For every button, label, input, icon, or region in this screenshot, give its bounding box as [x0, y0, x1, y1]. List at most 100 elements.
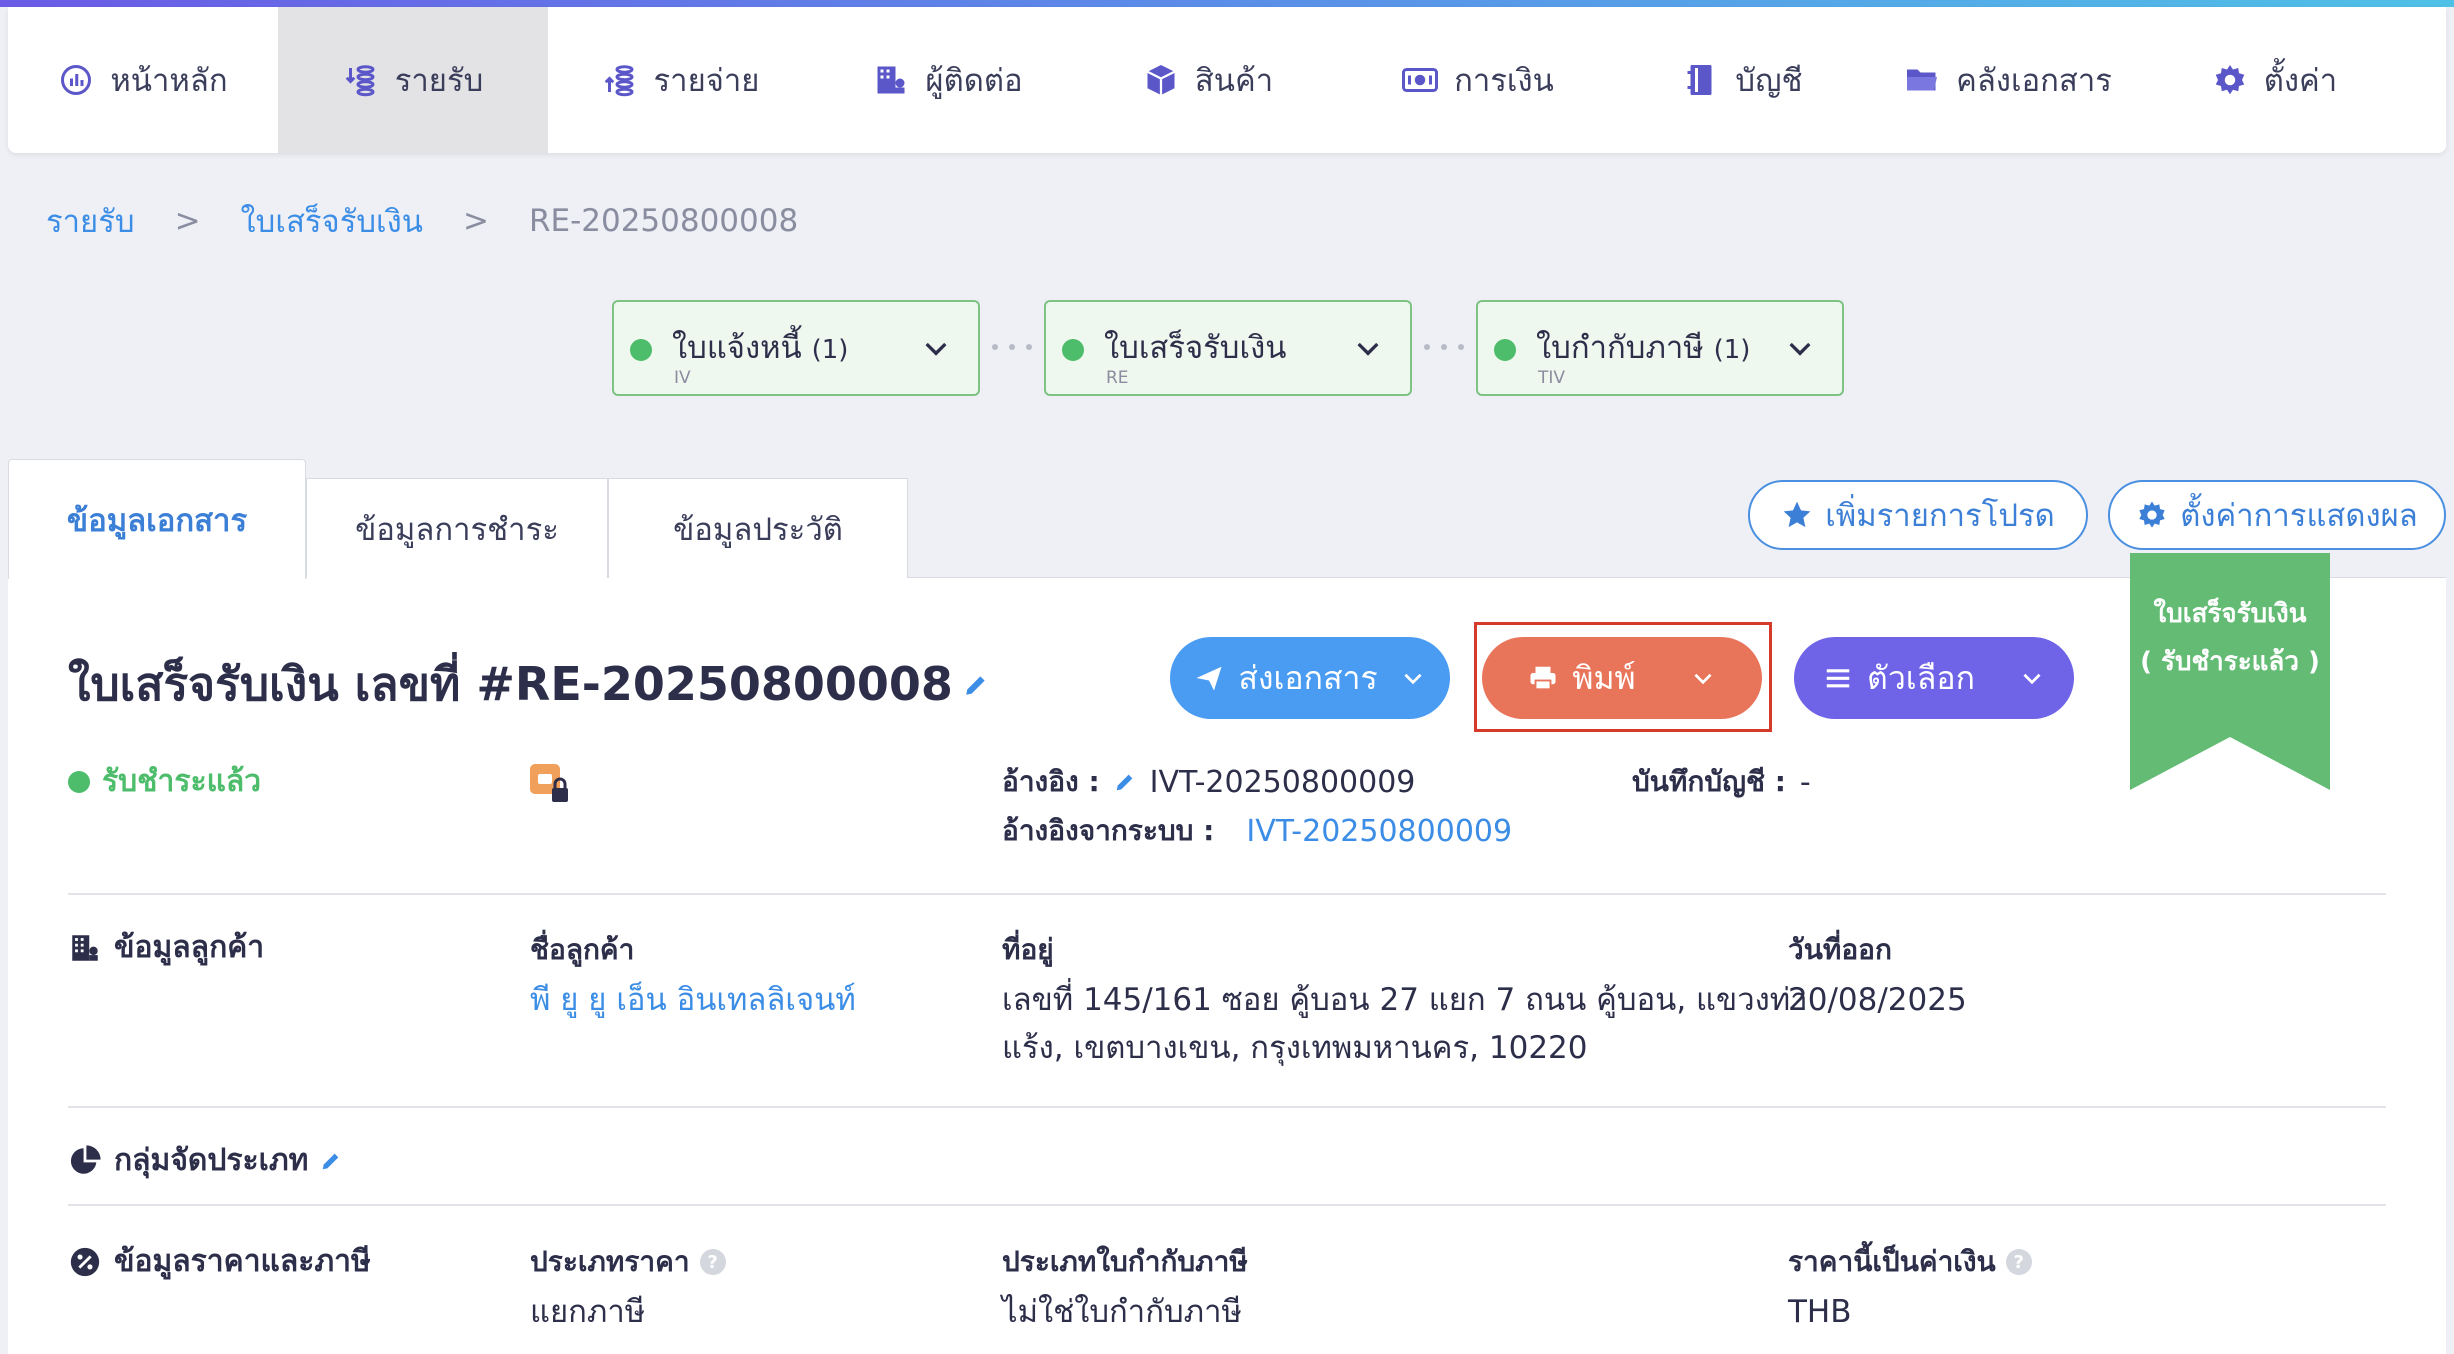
breadcrumb-separator: >	[174, 203, 201, 239]
gear-icon	[2215, 65, 2245, 95]
edit-pencil-icon[interactable]	[963, 672, 989, 698]
tab-history-info[interactable]: ข้อมูลประวัติ	[608, 478, 908, 578]
customer-section-title: ข้อมูลลูกค้า	[68, 924, 264, 971]
book-icon	[1687, 65, 1712, 95]
divider	[68, 1106, 2386, 1108]
issue-date-label: วันที่ออก	[1788, 933, 1892, 966]
folder-icon	[1907, 69, 1938, 91]
help-icon[interactable]: ?	[699, 1249, 726, 1275]
system-reference-label: อ้างอิงจากระบบ :	[1002, 814, 1215, 847]
journal-value: -	[1799, 764, 1811, 800]
nav-item-finance[interactable]: การเงิน	[1333, 7, 1623, 153]
tax-invoice-type-label: ประเภทใบกำกับภาษี	[1002, 1245, 1248, 1278]
options-label: ตัวเลือก	[1867, 658, 1975, 697]
workflow-invoice[interactable]: ใบแจ้งหนี้ (1) IV	[612, 300, 980, 396]
divider	[68, 1204, 2386, 1206]
breadcrumb-income[interactable]: รายรับ	[46, 196, 135, 246]
add-favorite-label: เพิ่มรายการโปรด	[1825, 498, 2055, 534]
box-icon	[1146, 65, 1175, 95]
nav-label-expense: รายจ่าย	[653, 63, 760, 99]
building-icon	[72, 934, 98, 961]
page-title: ใบเสร็จรับเงิน เลขที่ #RE-20250800008	[68, 648, 989, 721]
display-settings-button[interactable]: ตั้งค่าการแสดงผล	[2108, 480, 2446, 550]
customer-name-link[interactable]: พี ยู ยู เอ็น อินเทลลิเจนท์	[530, 976, 856, 1024]
address-label: ที่อยู่	[1002, 933, 1054, 966]
nav-label-finance: การเงิน	[1454, 63, 1554, 99]
send-icon	[1196, 666, 1222, 691]
workflow-connector	[992, 340, 1032, 354]
nav-label-income: รายรับ	[394, 63, 484, 99]
breadcrumb-separator: >	[462, 203, 489, 239]
pie-chart-icon	[70, 1144, 101, 1174]
nav-item-contacts[interactable]: ผู้ติดต่อ	[813, 7, 1083, 153]
nav-item-documents[interactable]: คลังเอกสาร	[1863, 7, 2153, 153]
reference-row: อ้างอิง : IVT-20250800009	[1002, 760, 1415, 804]
customer-name-label: ชื่อลูกค้า	[530, 933, 635, 966]
chevron-down-icon	[2023, 673, 2041, 685]
journal-row: บันทึกบัญชี : -	[1632, 760, 1811, 804]
status-label: รับชำระแล้ว	[102, 764, 262, 799]
send-document-button[interactable]: ส่งเอกสาร	[1170, 637, 1450, 719]
nav-label-contacts: ผู้ติดต่อ	[925, 63, 1023, 99]
nav-label-dashboard: หน้าหลัก	[110, 63, 228, 99]
edit-pencil-icon[interactable]	[1114, 771, 1136, 793]
status-badge: รับชำระแล้ว	[68, 758, 261, 805]
workflow-receipt-title: ใบเสร็จรับเงิน	[1104, 330, 1287, 366]
nav-item-expense[interactable]: รายจ่าย	[548, 7, 813, 153]
star-icon	[1783, 501, 1811, 528]
category-section-title: กลุ่มจัดประเภท	[68, 1137, 342, 1184]
contacts-icon	[877, 66, 905, 94]
reference-label: อ้างอิง :	[1002, 765, 1100, 798]
dashboard-icon	[61, 65, 92, 95]
workflow-invoice-title: ใบแจ้งหนี้ (1)	[672, 330, 849, 366]
price-type-label: ประเภทราคา ?	[530, 1240, 726, 1284]
address-value: เลขที่ 145/161 ซอย คู้บอน 27 แยก 7 ถนน ค…	[1002, 982, 1808, 1066]
chevron-down-icon	[1357, 342, 1379, 356]
options-button[interactable]: ตัวเลือก	[1794, 637, 2074, 719]
currency-label: ราคานี้เป็นค่าเงิน ?	[1788, 1240, 2032, 1284]
nav-item-settings[interactable]: ตั้งค่า	[2153, 7, 2396, 153]
help-icon[interactable]: ?	[2005, 1249, 2032, 1275]
print-highlight	[1474, 622, 1772, 732]
percent-badge-icon	[70, 1247, 100, 1276]
breadcrumb-receipts[interactable]: ใบเสร็จรับเงิน	[241, 196, 423, 246]
chevron-down-icon	[1404, 673, 1422, 685]
nav-item-dashboard[interactable]: หน้าหลัก	[8, 7, 278, 153]
menu-icon	[1826, 669, 1850, 688]
chevron-down-icon	[1789, 342, 1811, 356]
issue-date-value: 20/08/2025	[1788, 982, 1967, 1018]
breadcrumb: รายรับ > ใบเสร็จรับเงิน > RE-20250800008	[46, 196, 798, 246]
currency-value: THB	[1788, 1294, 1852, 1330]
send-document-label: ส่งเอกสาร	[1238, 658, 1378, 697]
workflow-tax-invoice[interactable]: ใบกำกับภาษี (1) TIV	[1476, 300, 1844, 396]
status-dot	[68, 770, 90, 793]
nav-label-accounting: บัญชี	[1735, 63, 1803, 99]
edit-pencil-icon[interactable]	[320, 1150, 342, 1172]
chevron-down-icon	[925, 342, 947, 356]
tab-payment-info[interactable]: ข้อมูลการชำระ	[306, 478, 608, 578]
workflow-receipt[interactable]: ใบเสร็จรับเงิน RE	[1044, 300, 1412, 396]
breadcrumb-current: RE-20250800008	[528, 203, 799, 239]
display-settings-label: ตั้งค่าการแสดงผล	[2180, 498, 2418, 534]
divider	[68, 893, 2386, 895]
workflow-tax-invoice-code: TIV	[1538, 368, 1566, 388]
workflow-status-dot	[1494, 339, 1516, 361]
nav-item-accounting[interactable]: บัญชี	[1623, 7, 1863, 153]
tax-invoice-type-value: ไม่ใช่ใบกำกับภาษี	[1002, 1294, 1242, 1330]
nav-item-products[interactable]: สินค้า	[1083, 7, 1333, 153]
nav-item-income[interactable]: รายรับ	[278, 7, 548, 153]
top-accent-bar	[0, 0, 2454, 7]
status-ribbon-text: ใบเสร็จรับเงิน ( รับชำระแล้ว )	[2140, 599, 2320, 677]
nav-label-settings: ตั้งค่า	[2263, 63, 2338, 99]
workflow-receipt-code: RE	[1106, 368, 1129, 388]
reference-value: IVT-20250800009	[1149, 764, 1416, 800]
add-favorite-button[interactable]: เพิ่มรายการโปรด	[1748, 480, 2088, 550]
nav-label-documents: คลังเอกสาร	[1956, 63, 2112, 99]
journal-label: บันทึกบัญชี :	[1632, 765, 1786, 798]
workflow-connector	[1424, 340, 1464, 354]
gear-icon	[2139, 501, 2165, 528]
expense-icon	[604, 65, 634, 97]
pricing-section-title: ข้อมูลราคาและภาษี	[68, 1238, 371, 1285]
tab-document-info[interactable]: ข้อมูลเอกสาร	[8, 459, 306, 579]
system-reference-link[interactable]: IVT-20250800009	[1246, 814, 1512, 849]
